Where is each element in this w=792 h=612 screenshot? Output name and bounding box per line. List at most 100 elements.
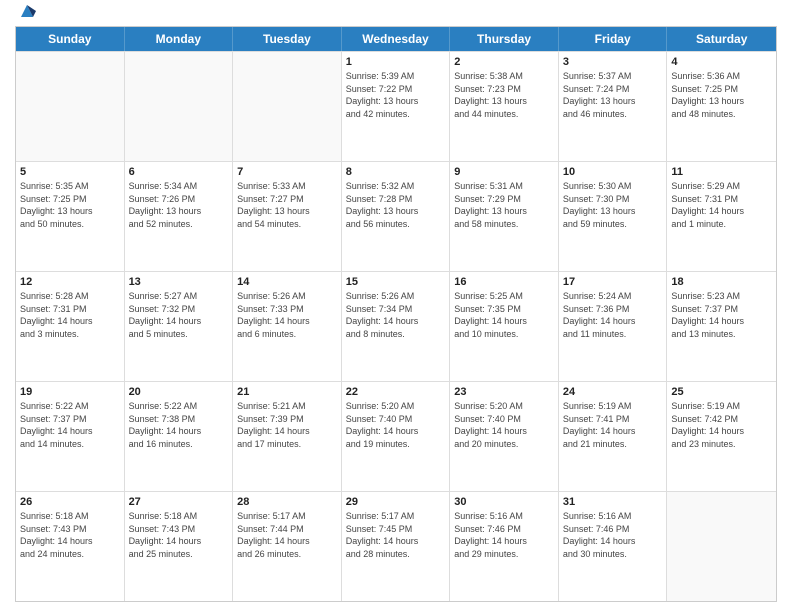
calendar-day: 1Sunrise: 5:39 AM Sunset: 7:22 PM Daylig…	[342, 52, 451, 161]
weekday-header: Friday	[559, 27, 668, 51]
calendar-day: 27Sunrise: 5:18 AM Sunset: 7:43 PM Dayli…	[125, 492, 234, 601]
calendar-empty	[125, 52, 234, 161]
day-info: Sunrise: 5:18 AM Sunset: 7:43 PM Dayligh…	[129, 510, 229, 560]
day-info: Sunrise: 5:29 AM Sunset: 7:31 PM Dayligh…	[671, 180, 772, 230]
day-number: 12	[20, 275, 120, 289]
day-number: 14	[237, 275, 337, 289]
weekday-header: Sunday	[16, 27, 125, 51]
day-info: Sunrise: 5:30 AM Sunset: 7:30 PM Dayligh…	[563, 180, 663, 230]
calendar-row: 1Sunrise: 5:39 AM Sunset: 7:22 PM Daylig…	[16, 51, 776, 161]
calendar-row: 12Sunrise: 5:28 AM Sunset: 7:31 PM Dayli…	[16, 271, 776, 381]
day-number: 20	[129, 385, 229, 399]
day-info: Sunrise: 5:35 AM Sunset: 7:25 PM Dayligh…	[20, 180, 120, 230]
calendar-day: 23Sunrise: 5:20 AM Sunset: 7:40 PM Dayli…	[450, 382, 559, 491]
weekday-header: Saturday	[667, 27, 776, 51]
day-info: Sunrise: 5:39 AM Sunset: 7:22 PM Dayligh…	[346, 70, 446, 120]
day-number: 25	[671, 385, 772, 399]
day-number: 8	[346, 165, 446, 179]
day-number: 17	[563, 275, 663, 289]
day-info: Sunrise: 5:27 AM Sunset: 7:32 PM Dayligh…	[129, 290, 229, 340]
day-number: 9	[454, 165, 554, 179]
day-info: Sunrise: 5:36 AM Sunset: 7:25 PM Dayligh…	[671, 70, 772, 120]
day-info: Sunrise: 5:26 AM Sunset: 7:33 PM Dayligh…	[237, 290, 337, 340]
calendar-day: 9Sunrise: 5:31 AM Sunset: 7:29 PM Daylig…	[450, 162, 559, 271]
day-number: 21	[237, 385, 337, 399]
calendar-day: 26Sunrise: 5:18 AM Sunset: 7:43 PM Dayli…	[16, 492, 125, 601]
calendar-row: 19Sunrise: 5:22 AM Sunset: 7:37 PM Dayli…	[16, 381, 776, 491]
calendar-day: 10Sunrise: 5:30 AM Sunset: 7:30 PM Dayli…	[559, 162, 668, 271]
day-number: 2	[454, 55, 554, 69]
day-number: 28	[237, 495, 337, 509]
day-number: 23	[454, 385, 554, 399]
calendar-day: 5Sunrise: 5:35 AM Sunset: 7:25 PM Daylig…	[16, 162, 125, 271]
calendar-day: 3Sunrise: 5:37 AM Sunset: 7:24 PM Daylig…	[559, 52, 668, 161]
day-number: 19	[20, 385, 120, 399]
day-info: Sunrise: 5:18 AM Sunset: 7:43 PM Dayligh…	[20, 510, 120, 560]
calendar-day: 6Sunrise: 5:34 AM Sunset: 7:26 PM Daylig…	[125, 162, 234, 271]
day-info: Sunrise: 5:37 AM Sunset: 7:24 PM Dayligh…	[563, 70, 663, 120]
weekday-header: Thursday	[450, 27, 559, 51]
calendar-day: 4Sunrise: 5:36 AM Sunset: 7:25 PM Daylig…	[667, 52, 776, 161]
day-number: 22	[346, 385, 446, 399]
calendar-day: 7Sunrise: 5:33 AM Sunset: 7:27 PM Daylig…	[233, 162, 342, 271]
day-number: 27	[129, 495, 229, 509]
calendar-day: 24Sunrise: 5:19 AM Sunset: 7:41 PM Dayli…	[559, 382, 668, 491]
calendar-day: 8Sunrise: 5:32 AM Sunset: 7:28 PM Daylig…	[342, 162, 451, 271]
day-info: Sunrise: 5:32 AM Sunset: 7:28 PM Dayligh…	[346, 180, 446, 230]
day-number: 6	[129, 165, 229, 179]
day-number: 7	[237, 165, 337, 179]
calendar-day: 15Sunrise: 5:26 AM Sunset: 7:34 PM Dayli…	[342, 272, 451, 381]
day-info: Sunrise: 5:20 AM Sunset: 7:40 PM Dayligh…	[454, 400, 554, 450]
weekday-header: Wednesday	[342, 27, 451, 51]
calendar-day: 14Sunrise: 5:26 AM Sunset: 7:33 PM Dayli…	[233, 272, 342, 381]
day-info: Sunrise: 5:28 AM Sunset: 7:31 PM Dayligh…	[20, 290, 120, 340]
day-info: Sunrise: 5:22 AM Sunset: 7:38 PM Dayligh…	[129, 400, 229, 450]
day-number: 31	[563, 495, 663, 509]
day-number: 18	[671, 275, 772, 289]
day-number: 1	[346, 55, 446, 69]
calendar-day: 29Sunrise: 5:17 AM Sunset: 7:45 PM Dayli…	[342, 492, 451, 601]
weekday-header: Tuesday	[233, 27, 342, 51]
day-number: 15	[346, 275, 446, 289]
day-info: Sunrise: 5:20 AM Sunset: 7:40 PM Dayligh…	[346, 400, 446, 450]
logo	[15, 10, 36, 20]
calendar-day: 25Sunrise: 5:19 AM Sunset: 7:42 PM Dayli…	[667, 382, 776, 491]
day-info: Sunrise: 5:16 AM Sunset: 7:46 PM Dayligh…	[454, 510, 554, 560]
calendar-day: 16Sunrise: 5:25 AM Sunset: 7:35 PM Dayli…	[450, 272, 559, 381]
calendar-empty	[233, 52, 342, 161]
day-info: Sunrise: 5:25 AM Sunset: 7:35 PM Dayligh…	[454, 290, 554, 340]
calendar-day: 11Sunrise: 5:29 AM Sunset: 7:31 PM Dayli…	[667, 162, 776, 271]
day-info: Sunrise: 5:17 AM Sunset: 7:45 PM Dayligh…	[346, 510, 446, 560]
calendar-day: 30Sunrise: 5:16 AM Sunset: 7:46 PM Dayli…	[450, 492, 559, 601]
page: SundayMondayTuesdayWednesdayThursdayFrid…	[0, 0, 792, 612]
header	[15, 10, 777, 20]
day-info: Sunrise: 5:19 AM Sunset: 7:42 PM Dayligh…	[671, 400, 772, 450]
day-number: 11	[671, 165, 772, 179]
calendar-row: 26Sunrise: 5:18 AM Sunset: 7:43 PM Dayli…	[16, 491, 776, 601]
calendar-header: SundayMondayTuesdayWednesdayThursdayFrid…	[16, 27, 776, 51]
day-number: 5	[20, 165, 120, 179]
day-number: 3	[563, 55, 663, 69]
calendar-day: 2Sunrise: 5:38 AM Sunset: 7:23 PM Daylig…	[450, 52, 559, 161]
day-info: Sunrise: 5:24 AM Sunset: 7:36 PM Dayligh…	[563, 290, 663, 340]
day-info: Sunrise: 5:16 AM Sunset: 7:46 PM Dayligh…	[563, 510, 663, 560]
calendar-day: 18Sunrise: 5:23 AM Sunset: 7:37 PM Dayli…	[667, 272, 776, 381]
calendar-day: 17Sunrise: 5:24 AM Sunset: 7:36 PM Dayli…	[559, 272, 668, 381]
day-number: 26	[20, 495, 120, 509]
calendar: SundayMondayTuesdayWednesdayThursdayFrid…	[15, 26, 777, 602]
day-info: Sunrise: 5:26 AM Sunset: 7:34 PM Dayligh…	[346, 290, 446, 340]
weekday-header: Monday	[125, 27, 234, 51]
calendar-day: 31Sunrise: 5:16 AM Sunset: 7:46 PM Dayli…	[559, 492, 668, 601]
day-info: Sunrise: 5:22 AM Sunset: 7:37 PM Dayligh…	[20, 400, 120, 450]
calendar-empty	[16, 52, 125, 161]
logo-icon	[18, 2, 36, 20]
day-number: 30	[454, 495, 554, 509]
day-info: Sunrise: 5:34 AM Sunset: 7:26 PM Dayligh…	[129, 180, 229, 230]
day-info: Sunrise: 5:38 AM Sunset: 7:23 PM Dayligh…	[454, 70, 554, 120]
day-info: Sunrise: 5:23 AM Sunset: 7:37 PM Dayligh…	[671, 290, 772, 340]
calendar-day: 12Sunrise: 5:28 AM Sunset: 7:31 PM Dayli…	[16, 272, 125, 381]
calendar-day: 28Sunrise: 5:17 AM Sunset: 7:44 PM Dayli…	[233, 492, 342, 601]
calendar-day: 22Sunrise: 5:20 AM Sunset: 7:40 PM Dayli…	[342, 382, 451, 491]
calendar-day: 19Sunrise: 5:22 AM Sunset: 7:37 PM Dayli…	[16, 382, 125, 491]
day-info: Sunrise: 5:31 AM Sunset: 7:29 PM Dayligh…	[454, 180, 554, 230]
